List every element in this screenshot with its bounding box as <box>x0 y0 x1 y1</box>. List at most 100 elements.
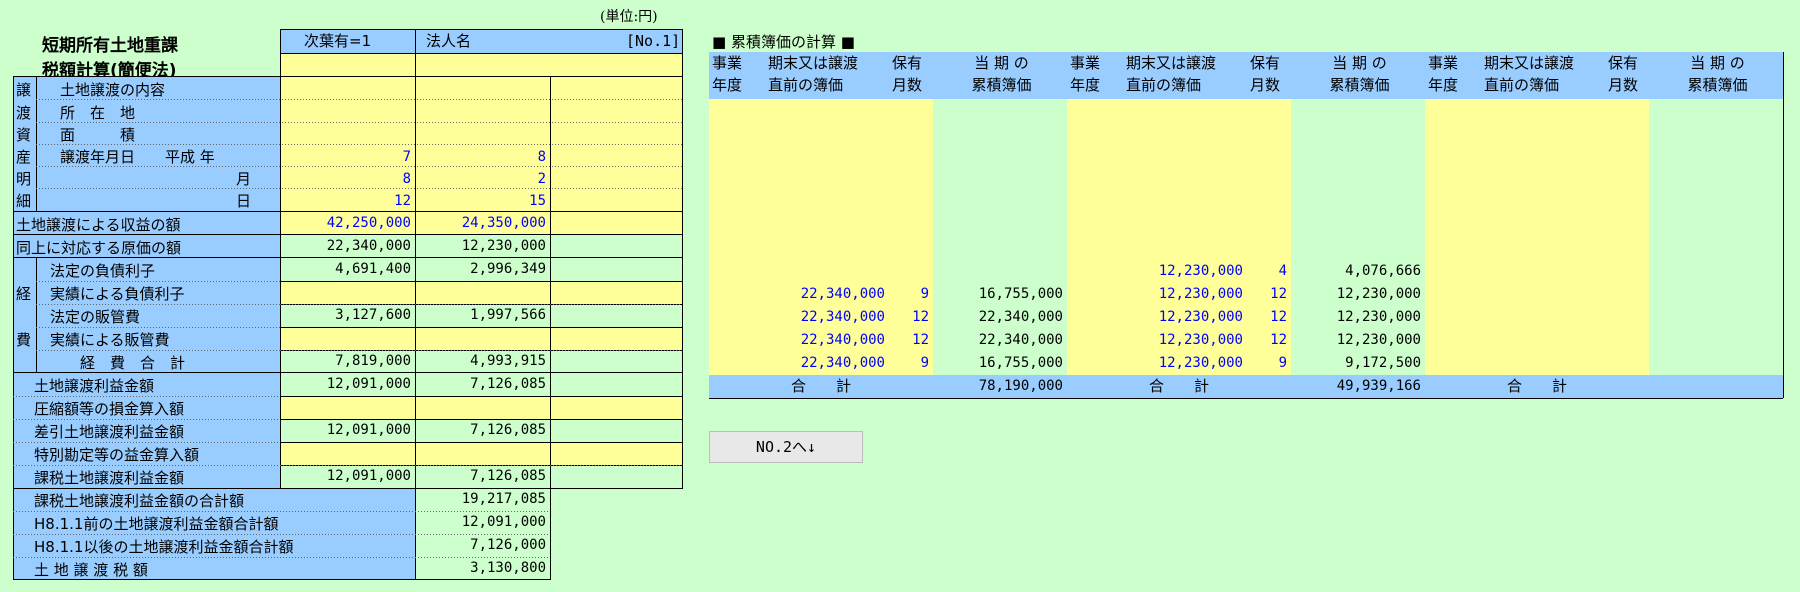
fiscal-year-cell[interactable] <box>709 329 765 352</box>
holding-months-cell[interactable] <box>889 191 933 214</box>
book-value-cell[interactable] <box>1481 283 1605 306</box>
holding-months-cell[interactable]: 9 <box>1247 352 1291 375</box>
holding-months-cell[interactable]: 9 <box>889 283 933 306</box>
holding-months-cell[interactable] <box>1247 237 1291 260</box>
book-value-cell[interactable] <box>1481 145 1605 168</box>
fiscal-year-cell[interactable] <box>709 306 765 329</box>
holding-months-cell[interactable] <box>889 145 933 168</box>
fiscal-year-cell[interactable] <box>1425 306 1481 329</box>
holding-months-cell[interactable]: 12 <box>889 329 933 352</box>
holding-months-cell[interactable] <box>1247 191 1291 214</box>
book-value-cell[interactable] <box>1123 214 1247 237</box>
fiscal-year-cell[interactable] <box>1425 99 1481 122</box>
holding-months-cell[interactable] <box>889 99 933 122</box>
book-value-cell[interactable] <box>1481 168 1605 191</box>
holding-months-cell[interactable] <box>1247 214 1291 237</box>
holding-months-cell[interactable] <box>1247 145 1291 168</box>
book-value-cell[interactable] <box>1123 168 1247 191</box>
book-value-cell[interactable]: 12,230,000 <box>1123 283 1247 306</box>
book-value-cell[interactable]: 22,340,000 <box>765 306 889 329</box>
book-value-cell[interactable] <box>765 191 889 214</box>
fiscal-year-cell[interactable] <box>709 283 765 306</box>
book-value-cell[interactable] <box>1481 352 1605 375</box>
holding-months-cell[interactable] <box>1605 214 1649 237</box>
fiscal-year-cell[interactable] <box>1067 283 1123 306</box>
holding-months-cell[interactable] <box>1605 99 1649 122</box>
book-value-cell[interactable] <box>1481 329 1605 352</box>
fiscal-year-cell[interactable] <box>1425 168 1481 191</box>
holding-months-cell[interactable]: 12 <box>889 306 933 329</box>
next-page-button[interactable]: NO.2へ↓ <box>709 431 863 463</box>
fiscal-year-cell[interactable] <box>1425 329 1481 352</box>
fiscal-year-cell[interactable] <box>709 168 765 191</box>
book-value-cell[interactable] <box>765 168 889 191</box>
holding-months-cell[interactable] <box>1247 99 1291 122</box>
fiscal-year-cell[interactable] <box>1067 237 1123 260</box>
fiscal-year-cell[interactable] <box>709 214 765 237</box>
fiscal-year-cell[interactable] <box>1425 260 1481 283</box>
holding-months-cell[interactable] <box>1605 352 1649 375</box>
holding-months-cell[interactable] <box>889 214 933 237</box>
book-value-cell[interactable] <box>1481 306 1605 329</box>
holding-months-cell[interactable] <box>1605 283 1649 306</box>
fiscal-year-cell[interactable] <box>1067 329 1123 352</box>
fiscal-year-cell[interactable] <box>709 122 765 145</box>
book-value-cell[interactable] <box>1123 237 1247 260</box>
fiscal-year-cell[interactable] <box>709 352 765 375</box>
holding-months-cell[interactable] <box>1605 168 1649 191</box>
book-value-cell[interactable] <box>1481 191 1605 214</box>
holding-months-cell[interactable] <box>1247 168 1291 191</box>
book-value-cell[interactable] <box>1481 214 1605 237</box>
holding-months-cell[interactable] <box>1605 122 1649 145</box>
fiscal-year-cell[interactable] <box>1067 191 1123 214</box>
fiscal-year-cell[interactable] <box>1067 260 1123 283</box>
fiscal-year-cell[interactable] <box>1067 122 1123 145</box>
fiscal-year-cell[interactable] <box>1425 145 1481 168</box>
book-value-cell[interactable] <box>765 214 889 237</box>
book-value-cell[interactable]: 12,230,000 <box>1123 329 1247 352</box>
book-value-cell[interactable] <box>1481 237 1605 260</box>
fiscal-year-cell[interactable] <box>1067 214 1123 237</box>
book-value-cell[interactable] <box>1123 191 1247 214</box>
fiscal-year-cell[interactable] <box>709 260 765 283</box>
book-value-cell[interactable] <box>765 260 889 283</box>
holding-months-cell[interactable] <box>889 237 933 260</box>
holding-months-cell[interactable] <box>1605 260 1649 283</box>
fiscal-year-cell[interactable] <box>709 99 765 122</box>
holding-months-cell[interactable]: 12 <box>1247 283 1291 306</box>
holding-months-cell[interactable]: 9 <box>889 352 933 375</box>
book-value-cell[interactable] <box>765 237 889 260</box>
book-value-cell[interactable] <box>1481 122 1605 145</box>
book-value-cell[interactable]: 12,230,000 <box>1123 306 1247 329</box>
book-value-cell[interactable] <box>765 99 889 122</box>
holding-months-cell[interactable] <box>1605 191 1649 214</box>
holding-months-cell[interactable]: 12 <box>1247 329 1291 352</box>
fiscal-year-cell[interactable] <box>709 237 765 260</box>
fiscal-year-cell[interactable] <box>1425 191 1481 214</box>
fiscal-year-cell[interactable] <box>1425 214 1481 237</box>
fiscal-year-cell[interactable] <box>1425 283 1481 306</box>
holding-months-cell[interactable] <box>889 168 933 191</box>
fiscal-year-cell[interactable] <box>1067 145 1123 168</box>
fiscal-year-cell[interactable] <box>1067 352 1123 375</box>
book-value-cell[interactable] <box>1481 260 1605 283</box>
book-value-cell[interactable] <box>1123 145 1247 168</box>
book-value-cell[interactable] <box>765 122 889 145</box>
book-value-cell[interactable] <box>765 145 889 168</box>
holding-months-cell[interactable] <box>1605 237 1649 260</box>
fiscal-year-cell[interactable] <box>1425 122 1481 145</box>
holding-months-cell[interactable] <box>1605 329 1649 352</box>
holding-months-cell[interactable] <box>889 260 933 283</box>
holding-months-cell[interactable] <box>1605 145 1649 168</box>
book-value-cell[interactable]: 12,230,000 <box>1123 260 1247 283</box>
book-value-cell[interactable]: 12,230,000 <box>1123 352 1247 375</box>
holding-months-cell[interactable] <box>889 122 933 145</box>
book-value-cell[interactable]: 22,340,000 <box>765 283 889 306</box>
book-value-cell[interactable] <box>1123 99 1247 122</box>
holding-months-cell[interactable] <box>1605 306 1649 329</box>
fiscal-year-cell[interactable] <box>709 145 765 168</box>
fiscal-year-cell[interactable] <box>1425 237 1481 260</box>
holding-months-cell[interactable] <box>1247 122 1291 145</box>
fiscal-year-cell[interactable] <box>709 191 765 214</box>
book-value-cell[interactable] <box>1123 122 1247 145</box>
